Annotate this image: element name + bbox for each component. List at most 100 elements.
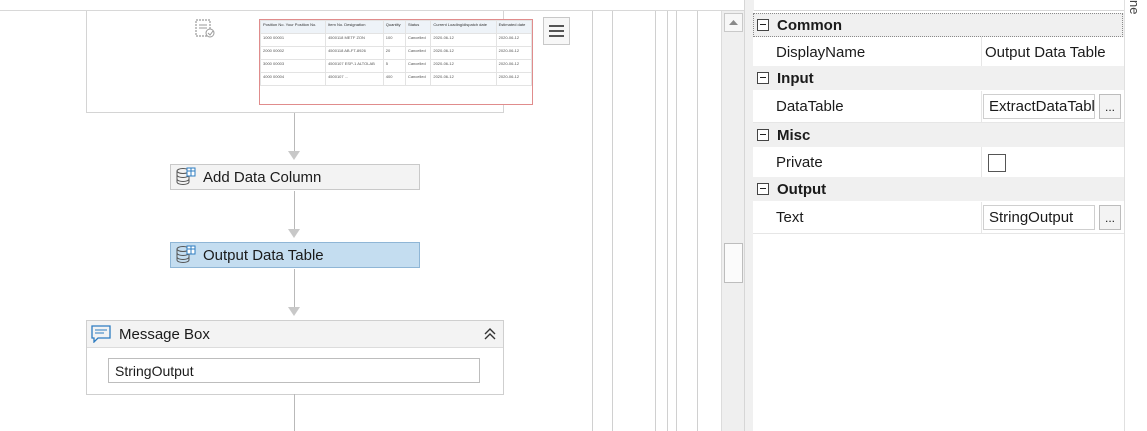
preview-cell: Cancelled <box>404 46 432 60</box>
property-row-private: Private <box>753 147 1124 179</box>
column-divider <box>981 37 982 68</box>
extract-data-activity[interactable]: Position No. Your Position No. Item No. … <box>86 11 570 113</box>
preview-cell: 400 <box>382 72 406 86</box>
preview-row: 4000 00004 4500107 ... 400 Cancelled 202… <box>260 72 532 86</box>
canvas-guide-line <box>697 11 698 431</box>
preview-cell: 4500118 AB-FT-8926 <box>325 46 384 60</box>
collapse-toggle-icon[interactable] <box>757 72 769 84</box>
hamburger-menu-icon[interactable] <box>543 17 570 45</box>
message-box-header[interactable]: Message Box <box>87 321 503 348</box>
message-box-text-input[interactable]: StringOutput <box>108 358 480 383</box>
preview-header: Status <box>404 20 432 34</box>
side-tab-label: ne <box>1127 0 1142 15</box>
scroll-up-arrow-icon[interactable] <box>724 13 743 32</box>
add-data-column-activity[interactable]: Add Data Column <box>170 164 420 190</box>
designer-canvas[interactable]: Position No. Your Position No. Item No. … <box>0 11 720 431</box>
preview-cell: Cancelled <box>404 33 432 47</box>
extract-preview-table: Position No. Your Position No. Item No. … <box>259 19 533 105</box>
category-output[interactable]: Output <box>753 177 1124 201</box>
property-row-text: Text StringOutput ... <box>753 202 1124 234</box>
preview-cell: 4000 00004 <box>260 72 327 86</box>
preview-cell: 2020-06-12 <box>430 72 497 86</box>
preview-header: Quantity <box>382 20 406 34</box>
preview-header: Position No. Your Position No. <box>260 20 327 34</box>
preview-row: 2000 00002 4500118 AB-FT-8926 20 Cancell… <box>260 46 532 60</box>
column-divider <box>981 202 982 233</box>
preview-header: Item No. Designation <box>325 20 384 34</box>
flow-arrow <box>288 229 300 238</box>
category-label: Output <box>777 180 827 198</box>
flow-arrow <box>288 307 300 316</box>
collapse-chevron-icon[interactable] <box>481 325 499 343</box>
category-misc[interactable]: Misc <box>753 123 1124 147</box>
datatable-ellipsis-button[interactable]: ... <box>1099 94 1121 119</box>
preview-cell: Cancelled <box>404 59 432 73</box>
preview-cell: 20 <box>382 46 406 60</box>
preview-cell: 2020-06-12 <box>430 46 497 60</box>
message-box-title: Message Box <box>119 325 210 343</box>
preview-cell: 2020-06-12 <box>495 72 532 86</box>
property-row-displayname: DisplayName Output Data Table <box>753 37 1124 69</box>
preview-header: Current Loading/dispatch date <box>430 20 497 34</box>
column-divider <box>981 147 982 178</box>
preview-cell: 2020-06-12 <box>430 33 497 47</box>
preview-cell: 2000 00002 <box>260 46 327 60</box>
text-ellipsis-button[interactable]: ... <box>1099 205 1121 230</box>
preview-cell: 4500107 ESP-1 ALTOLAB <box>325 59 384 73</box>
collapsed-side-tab[interactable]: ne <box>1124 0 1147 431</box>
output-data-table-activity[interactable]: Output Data Table <box>170 242 420 268</box>
focus-outline <box>753 13 1123 37</box>
preview-cell: Cancelled <box>404 72 432 86</box>
top-toolbar-strip <box>0 0 1147 11</box>
category-label: Misc <box>777 126 811 144</box>
category-common[interactable]: Common <box>753 13 1124 37</box>
property-label: Private <box>776 154 823 171</box>
add-data-column-label: Add Data Column <box>203 168 322 186</box>
canvas-guide-line <box>612 11 613 431</box>
preview-row: 3000 00003 4500107 ESP-1 ALTOLAB 5 Cance… <box>260 59 532 73</box>
collapse-toggle-icon[interactable] <box>757 183 769 195</box>
preview-cell: 2020-06-12 <box>495 46 532 60</box>
displayname-value[interactable]: Output Data Table <box>985 37 1106 68</box>
flow-connector <box>294 269 295 307</box>
preview-cell: 4500107 ... <box>325 72 384 86</box>
preview-cell: 2020-06-12 <box>495 59 532 73</box>
preview-cell: 3000 00003 <box>260 59 327 73</box>
collapse-toggle-icon[interactable] <box>757 19 769 31</box>
preview-header: Estimated date <box>495 20 532 34</box>
column-divider <box>981 91 982 122</box>
property-label: DataTable <box>776 98 844 115</box>
data-table-icon <box>175 245 197 265</box>
category-input[interactable]: Input <box>753 66 1124 90</box>
collapse-toggle-icon[interactable] <box>757 129 769 141</box>
text-output-field[interactable]: StringOutput <box>983 205 1095 230</box>
extract-structured-data-icon <box>195 19 217 39</box>
message-box-icon <box>91 325 111 344</box>
preview-cell: 2020-06-12 <box>430 59 497 73</box>
canvas-guide-line <box>676 11 677 431</box>
preview-cell: 5 <box>382 59 406 73</box>
private-checkbox[interactable] <box>988 154 1006 172</box>
flow-connector <box>294 394 295 431</box>
property-label: Text <box>776 209 804 226</box>
properties-panel: Common DisplayName Output Data Table Inp… <box>753 11 1124 431</box>
property-label: DisplayName <box>776 44 866 61</box>
preview-cell: 2020-06-12 <box>495 33 532 47</box>
property-row-datatable: DataTable ExtractDataTabl ... <box>753 91 1124 123</box>
preview-cell: 1000 00001 <box>260 33 327 47</box>
flow-connector <box>294 191 295 229</box>
canvas-guide-line <box>592 11 593 431</box>
preview-row: 1000 00001 4500118 METF ZON 100 Cancelle… <box>260 33 532 47</box>
data-table-icon <box>175 167 197 187</box>
canvas-guide-line <box>667 11 668 431</box>
canvas-vertical-scrollbar[interactable] <box>721 11 744 431</box>
datatable-field[interactable]: ExtractDataTabl <box>983 94 1095 119</box>
flow-connector <box>294 113 295 151</box>
canvas-guide-line <box>655 11 656 431</box>
scroll-thumb[interactable] <box>724 243 743 283</box>
output-data-table-label: Output Data Table <box>203 246 324 264</box>
message-box-activity[interactable]: Message Box StringOutput <box>86 320 504 395</box>
preview-cell: 4500118 METF ZON <box>325 33 384 47</box>
flow-arrow <box>288 151 300 160</box>
preview-cell: 100 <box>382 33 406 47</box>
